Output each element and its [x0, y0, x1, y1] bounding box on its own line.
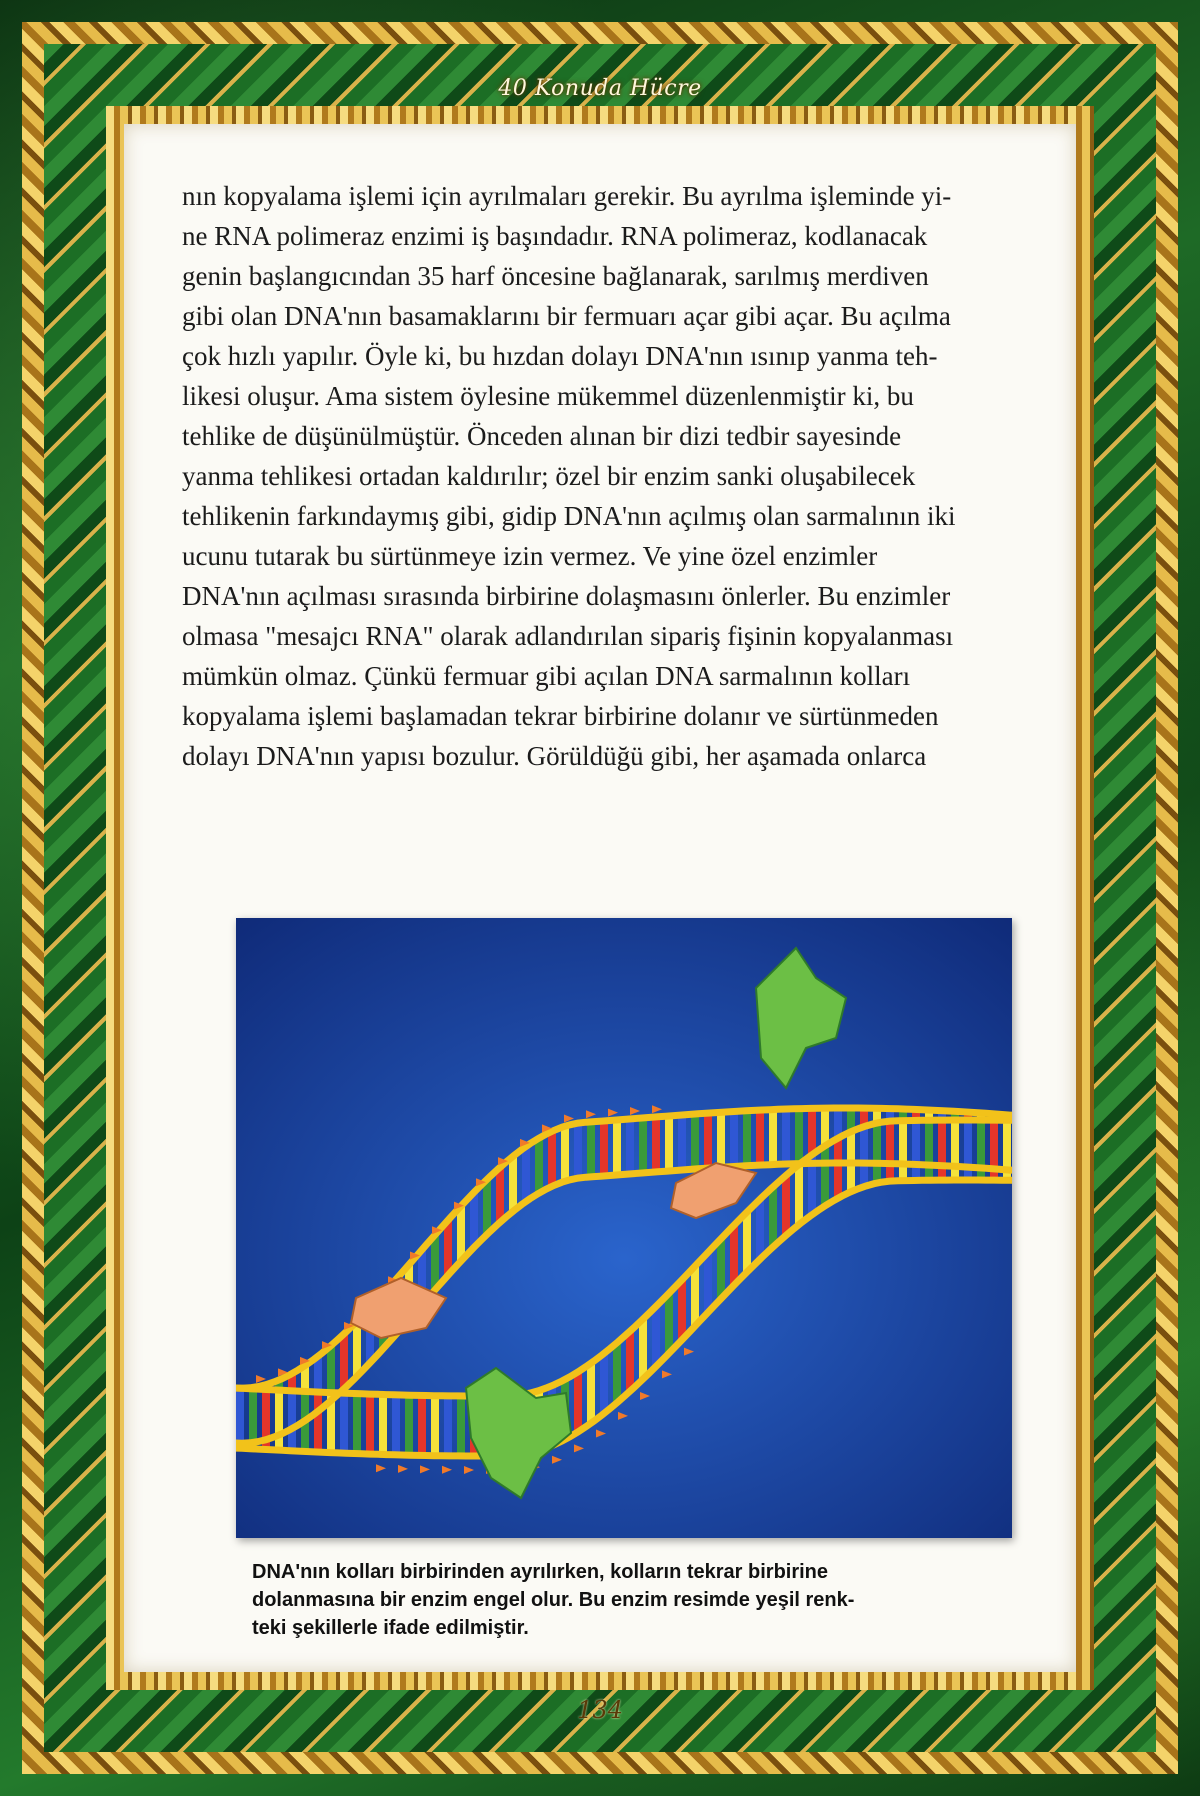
base-pair-lower [652, 1306, 660, 1367]
base-pair-lower [405, 1395, 413, 1456]
base-pair-lower [691, 1266, 699, 1327]
body-paragraph: nın kopyalama işlemi için ayrılmaları ge… [182, 181, 956, 771]
base-pair-lower [613, 1342, 621, 1403]
base-pair-lower [769, 1186, 777, 1247]
base-pair-lower [574, 1371, 582, 1432]
base-pair-lower [873, 1123, 881, 1184]
base-pair-lower [353, 1393, 361, 1454]
base-pair-lower [275, 1390, 283, 1451]
base-pair-lower [431, 1395, 439, 1456]
base-pair-upper [626, 1118, 634, 1174]
base-pair-upper [353, 1321, 361, 1377]
base-pair-upper [678, 1114, 686, 1170]
base-pair-upper [652, 1116, 660, 1172]
base-pair-lower [912, 1120, 920, 1181]
base-pair-lower [379, 1394, 387, 1455]
base-pair-upper [535, 1138, 543, 1194]
base-pair-lower [860, 1126, 868, 1187]
base-pair-upper [600, 1120, 608, 1176]
base-pair-lower [639, 1319, 647, 1380]
base-pair-lower [730, 1225, 738, 1286]
base-pair-upper [769, 1109, 777, 1165]
base-pair-lower [925, 1120, 933, 1181]
base-pair-lower [795, 1164, 803, 1225]
base-pair-upper [756, 1110, 764, 1166]
base-pair-lower [678, 1279, 686, 1340]
base-pair-upper [730, 1111, 738, 1167]
base-pair-lower [366, 1394, 374, 1455]
base-pair-upper [717, 1112, 725, 1168]
base-pair-upper [704, 1113, 712, 1169]
base-pair-lower [665, 1293, 673, 1354]
base-pair-lower [964, 1120, 972, 1180]
base-pair-upper [782, 1109, 790, 1165]
base-pair-lower [600, 1353, 608, 1414]
base-pair-lower [392, 1394, 400, 1455]
running-title: 40 Konuda Hücre [498, 76, 702, 101]
base-pair-upper [340, 1333, 348, 1389]
page-number: 134 [577, 1696, 623, 1724]
base-pair-lower [899, 1120, 907, 1181]
base-pair-lower [314, 1392, 322, 1453]
base-pair-lower [444, 1395, 452, 1456]
base-pair-upper [574, 1123, 582, 1179]
base-pair-lower [626, 1331, 634, 1392]
base-pair-upper [613, 1119, 621, 1175]
dna-illustration [236, 918, 1012, 1538]
base-pair-lower [886, 1121, 894, 1182]
base-pair-lower [717, 1238, 725, 1299]
base-pair-upper [795, 1108, 803, 1164]
dna-illustration-canvas [236, 918, 1012, 1538]
base-pair-lower [236, 1388, 244, 1449]
base-pair-lower [743, 1211, 751, 1272]
base-pair-upper [509, 1156, 517, 1212]
base-pair-upper [457, 1206, 465, 1262]
base-pair-upper [522, 1146, 530, 1202]
base-pair-lower [457, 1395, 465, 1456]
figure-background [236, 918, 1012, 1538]
base-pair-upper [496, 1167, 504, 1223]
base-pair-upper [548, 1131, 556, 1187]
base-pair-lower [587, 1363, 595, 1424]
base-pair-lower [938, 1120, 946, 1181]
base-pair-upper [665, 1115, 673, 1171]
base-pair-lower [821, 1145, 829, 1206]
base-pair-lower [288, 1390, 296, 1451]
base-pair-lower [418, 1395, 426, 1456]
base-pair-lower [704, 1252, 712, 1313]
figure-caption: DNA'nın kolları birbirinden ayrılırken, … [252, 1561, 855, 1639]
base-pair-lower [951, 1120, 959, 1181]
base-pair-upper [470, 1192, 478, 1248]
base-pair-lower [756, 1199, 764, 1260]
base-pair-lower [782, 1175, 790, 1236]
base-pair-upper [639, 1117, 647, 1173]
base-pair-upper [483, 1179, 491, 1235]
base-pair-upper [561, 1126, 569, 1182]
base-pair-upper [587, 1121, 595, 1177]
base-pair-lower [340, 1393, 348, 1454]
base-pair-upper [691, 1114, 699, 1170]
base-pair-lower [834, 1138, 842, 1199]
base-pair-upper [743, 1110, 751, 1166]
